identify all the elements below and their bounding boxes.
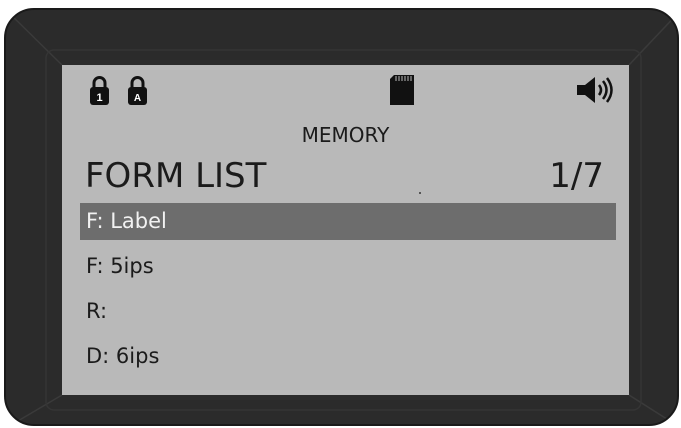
lcd-screen: 1 A MEMORY FORM LIST 1/7 F: Label F: 5ip… (62, 65, 629, 395)
sd-card-icon (390, 75, 414, 105)
list-item-5ips[interactable]: F: 5ips (80, 248, 616, 285)
speaker-icon (577, 77, 613, 103)
lock-a-icon: A (128, 76, 147, 105)
lock-a-badge: A (134, 93, 141, 104)
lock-1-badge: 1 (96, 92, 102, 104)
screen-speck (419, 192, 421, 194)
device-bezel: 1 A MEMORY FORM LIST 1/7 F: Label F: 5ip… (4, 8, 679, 426)
list-item-6ips[interactable]: D: 6ips (80, 338, 616, 375)
lock-1-icon: 1 (90, 76, 109, 105)
status-bar: 1 A (62, 65, 629, 110)
list-item-label[interactable]: F: Label (80, 203, 616, 240)
form-list: F: Label F: 5ips R: D: 6ips (80, 203, 616, 383)
menu-title: MEMORY (301, 123, 390, 147)
page-title: FORM LIST (85, 156, 267, 196)
list-item-r[interactable]: R: (80, 293, 616, 330)
page-counter: 1/7 (549, 156, 604, 196)
